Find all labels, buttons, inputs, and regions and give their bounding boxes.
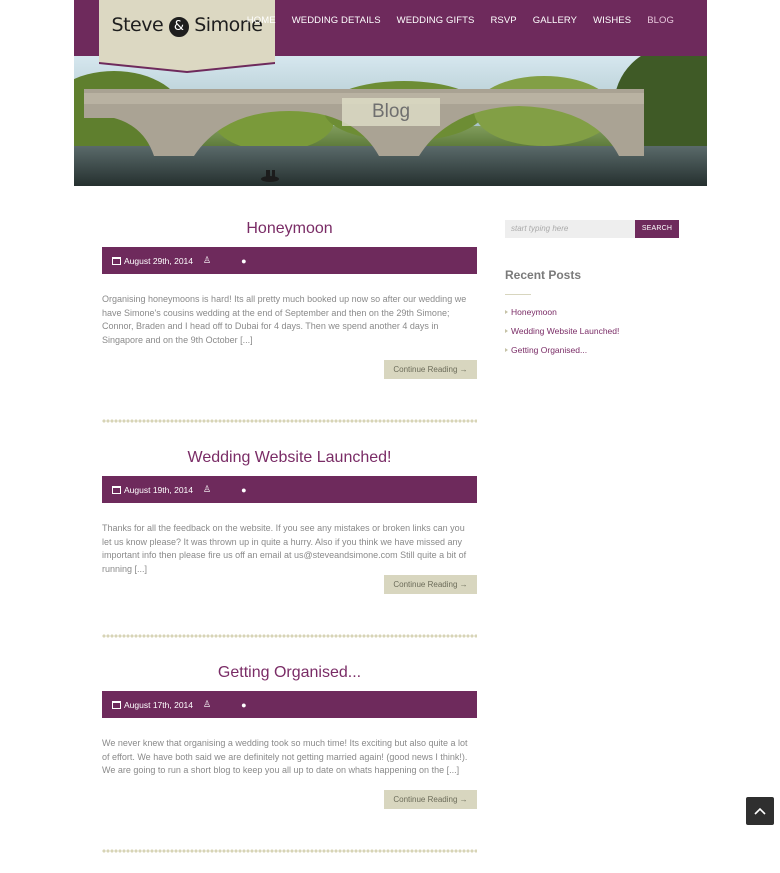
nav-wishes[interactable]: WISHES xyxy=(593,15,631,26)
post-divider xyxy=(102,419,477,423)
blog-post: Wedding Website Launched! August 19th, 2… xyxy=(102,449,477,594)
comment-icon[interactable]: ● xyxy=(241,256,246,266)
post-excerpt: Organising honeymoons is hard! Its all p… xyxy=(102,294,467,345)
site-logo[interactable]: Steve & Simone xyxy=(99,0,275,74)
logo-ampersand: & xyxy=(168,17,189,37)
page-title: Blog xyxy=(342,98,440,126)
user-icon[interactable]: ♙ xyxy=(203,699,211,710)
post-excerpt: We never knew that organising a wedding … xyxy=(102,738,468,775)
post-date[interactable]: August 19th, 2014 xyxy=(124,485,193,495)
calendar-icon xyxy=(112,700,121,709)
post-title[interactable]: Getting Organised... xyxy=(102,664,477,682)
post-divider xyxy=(102,634,477,638)
nav-gallery[interactable]: GALLERY xyxy=(533,15,577,26)
nav-rsvp[interactable]: RSVP xyxy=(490,15,516,26)
post-meta-bar: August 29th, 2014 ♙ ● xyxy=(102,247,477,274)
post-date[interactable]: August 29th, 2014 xyxy=(124,256,193,266)
recent-posts-title: Recent Posts xyxy=(505,268,582,282)
recent-post-link[interactable]: Wedding Website Launched! xyxy=(505,325,679,344)
nav-wedding-details[interactable]: WEDDING DETAILS xyxy=(292,15,381,26)
post-excerpt: Thanks for all the feedback on the websi… xyxy=(102,523,467,574)
user-icon[interactable]: ♙ xyxy=(203,484,211,495)
comment-icon[interactable]: ● xyxy=(241,700,246,710)
post-meta-bar: August 17th, 2014 ♙ ● xyxy=(102,691,477,718)
logo-tab-shape xyxy=(99,0,275,73)
post-title[interactable]: Wedding Website Launched! xyxy=(102,449,477,467)
nav-blog[interactable]: BLOG xyxy=(647,15,674,26)
logo-name-1: Steve xyxy=(111,14,164,36)
hero-banner: Blog xyxy=(74,56,707,186)
main-nav: HOME WEDDING DETAILS WEDDING GIFTS RSVP … xyxy=(231,15,674,26)
blog-post: Getting Organised... August 17th, 2014 ♙… xyxy=(102,664,477,809)
blog-post: Honeymoon August 29th, 2014 ♙ ● Organisi… xyxy=(102,220,477,379)
calendar-icon xyxy=(112,256,121,265)
calendar-icon xyxy=(112,485,121,494)
recent-post-link[interactable]: Getting Organised... xyxy=(505,344,679,363)
continue-reading-button[interactable]: Continue Reading → xyxy=(384,790,477,809)
recent-posts-list: Honeymoon Wedding Website Launched! Gett… xyxy=(505,306,679,363)
user-icon[interactable]: ♙ xyxy=(203,255,211,266)
search-button[interactable]: SEARCH xyxy=(635,220,679,238)
comment-icon[interactable]: ● xyxy=(241,485,246,495)
nav-home[interactable]: HOME xyxy=(247,15,276,26)
chevron-up-icon xyxy=(754,807,766,815)
post-title[interactable]: Honeymoon xyxy=(102,220,477,238)
continue-reading-button[interactable]: Continue Reading → xyxy=(384,360,477,379)
recent-post-link[interactable]: Honeymoon xyxy=(505,306,679,325)
widget-divider xyxy=(505,294,531,295)
continue-reading-button[interactable]: Continue Reading → xyxy=(384,575,477,594)
back-to-top-button[interactable] xyxy=(746,797,774,825)
nav-wedding-gifts[interactable]: WEDDING GIFTS xyxy=(397,15,475,26)
post-meta-bar: August 19th, 2014 ♙ ● xyxy=(102,476,477,503)
post-divider xyxy=(102,849,477,853)
post-date[interactable]: August 17th, 2014 xyxy=(124,700,193,710)
search-input[interactable]: start typing here xyxy=(505,220,635,238)
